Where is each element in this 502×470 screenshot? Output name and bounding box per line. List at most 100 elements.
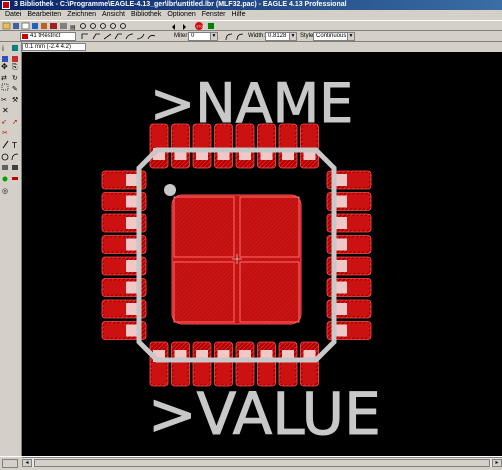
rotate-icon[interactable]: ↻ [12,74,18,82]
arc-cw-icon[interactable] [225,33,233,41]
zoom-out-icon[interactable] [100,23,106,29]
group-icon[interactable] [1,83,9,91]
width-label: Width: [248,33,266,39]
info-icon[interactable]: i [2,45,4,53]
scroll-right-icon[interactable]: ▸ [492,459,502,467]
style-combo[interactable]: Continuous ▼ [313,32,355,41]
value-label[interactable]: >VALUE [148,380,382,449]
smd-pad[interactable] [347,302,369,316]
pad-icon[interactable] [2,176,8,182]
rect-icon[interactable] [2,165,8,170]
parameter-toolbar: 41 tRestrict Miter: 0 ▼ Width: 0.8128 ▼ … [0,31,502,42]
zoom-select-icon[interactable] [120,23,126,29]
delete-icon[interactable]: ✕ [2,106,9,115]
smd-pad[interactable] [347,323,369,338]
arc-ccw-icon[interactable] [236,33,244,41]
smd-pad[interactable] [347,237,369,252]
smd-pad[interactable] [104,302,126,316]
mirror-icon[interactable]: ⇄ [1,74,7,82]
value-icon[interactable]: ➚ [12,118,18,126]
style-value: Continuous [316,33,347,39]
zoom-fit-icon[interactable] [80,23,86,29]
bend-free-icon[interactable] [147,35,156,40]
width-combo[interactable]: 0.8128 ▼ [265,32,297,41]
redraw-icon[interactable] [110,23,116,29]
text-icon[interactable]: T [11,141,17,150]
window-title: 3 Bibliothek - C:\Programme\EAGLE-4.13_g… [14,1,347,8]
chevron-down-icon: ▼ [347,33,354,40]
smd-pad[interactable] [104,237,126,252]
thermal-pad[interactable] [171,194,302,325]
move-icon[interactable]: ✥ [1,62,8,71]
bend-arc2-icon[interactable] [136,33,145,40]
menu-bearbeiten[interactable]: Bearbeiten [24,10,64,20]
print-icon[interactable] [21,22,30,30]
wire-icon[interactable] [2,140,9,149]
go-icon[interactable] [208,23,214,29]
smd-pad[interactable] [347,280,369,295]
menu-bibliothek[interactable]: Bibliothek [128,10,164,20]
smd-pad[interactable] [104,259,126,273]
cam-icon[interactable] [41,23,47,29]
open-icon[interactable] [2,22,11,30]
menu-optionen[interactable]: Optionen [164,10,198,20]
undo-icon[interactable] [172,24,175,30]
board-icon[interactable] [32,23,38,29]
hole-icon[interactable]: ◎ [2,187,8,195]
pad-tip [335,303,347,315]
title-bar: 3 Bibliothek - C:\Programme\EAGLE-4.13_g… [0,0,502,10]
arc-icon[interactable] [11,153,19,161]
smd-pad[interactable] [347,216,369,230]
zoom-in-icon[interactable] [90,23,96,29]
smd-pad[interactable] [104,280,126,295]
menu-zeichnen[interactable]: Zeichnen [64,10,99,20]
pad-tip [335,174,347,186]
script-icon[interactable] [60,23,67,29]
smd-pad[interactable] [347,173,369,187]
ulp-icon[interactable] [50,23,57,29]
pad-tip [126,303,138,315]
library-icon[interactable]: ▤ [70,24,76,31]
smd-icon[interactable] [12,177,18,180]
main-toolbar: ▤ STOP [0,20,502,31]
bend-straight-icon[interactable] [103,33,112,40]
bend-arc-icon[interactable] [125,33,134,40]
scroll-thumb[interactable] [34,459,490,467]
pad-tip [335,324,347,337]
name-label[interactable]: >NAME [150,72,354,136]
smd-pad[interactable] [347,259,369,273]
mark-icon[interactable] [12,56,18,62]
smd-pad[interactable] [104,173,126,187]
menu-hilfe[interactable]: Hilfe [228,10,248,20]
layer-select[interactable]: 41 tRestrict [20,32,76,41]
save-icon[interactable] [13,23,19,29]
bend-90-icon[interactable] [81,33,88,39]
smd-pad[interactable] [104,194,126,209]
show-icon[interactable] [12,45,18,51]
paste-icon[interactable]: ✂ [1,96,7,104]
change-icon[interactable]: ✎ [12,85,18,93]
redo-icon[interactable] [183,24,186,30]
bend-45-icon[interactable] [92,33,100,40]
polygon-icon[interactable] [12,165,18,170]
status-indicator [2,459,18,468]
copy-icon[interactable]: ⎘ [12,63,18,71]
smd-pad[interactable] [104,216,126,230]
smd-pad[interactable] [347,194,369,209]
smash-icon[interactable]: ⚒ [12,96,18,104]
menu-fenster[interactable]: Fenster [199,10,229,20]
coordinate-bar: 0.1 mm (-2.4 4.2) [0,42,502,52]
layout-canvas[interactable]: >NAME >VALUE [22,52,502,456]
menu-datei[interactable]: Datei [2,10,24,20]
app-icon [2,1,10,9]
status-bar: ◂ ▸ [0,456,502,470]
scroll-left-icon[interactable]: ◂ [22,459,32,467]
menu-ansicht[interactable]: Ansicht [99,10,128,20]
miter-combo[interactable]: 0 ▼ [188,32,218,41]
split-icon[interactable]: ✂ [2,129,8,137]
name-icon[interactable]: ➶ [1,118,7,126]
bend-45b-icon[interactable] [114,33,122,40]
circle-icon[interactable] [1,153,9,161]
smd-pad[interactable] [104,323,126,338]
horizontal-scrollbar[interactable]: ◂ ▸ [22,457,502,467]
